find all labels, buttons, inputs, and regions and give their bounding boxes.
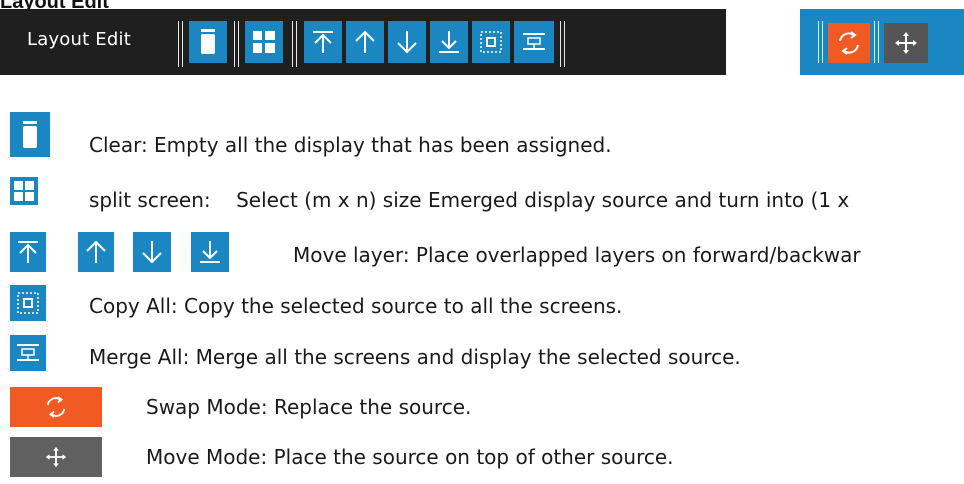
legend-merge-all-text: Merge All: Merge all the screens and dis… [89, 345, 741, 369]
move-mode-button[interactable] [884, 23, 928, 63]
legend-swap-mode-text: Swap Mode: Replace the source. [146, 395, 472, 419]
clear-button[interactable] [189, 21, 227, 63]
legend-swap-mode-icon [10, 387, 102, 427]
move-down-button[interactable] [388, 21, 426, 63]
legend-split-text: split screen: Select (m x n) size Emerge… [89, 188, 850, 212]
grid-icon [253, 31, 275, 53]
trash-icon [201, 29, 215, 54]
merge-all-button[interactable] [514, 21, 554, 63]
legend-copy-all-text: Copy All: Copy the selected source to al… [89, 294, 623, 318]
arrow-bottom-icon [439, 31, 459, 53]
mode-separator [818, 21, 823, 63]
toolbar-label: Layout Edit [27, 29, 131, 50]
mode-separator [874, 21, 879, 63]
move-icon [45, 446, 67, 468]
grid-icon [14, 181, 34, 201]
split-screen-button[interactable] [245, 21, 283, 63]
move-top-button[interactable] [304, 21, 342, 63]
toolbar-separator [234, 21, 239, 67]
merge-all-icon [17, 344, 39, 361]
layout-edit-toolbar: Layout Edit [0, 9, 726, 75]
mode-toggle-group [800, 9, 964, 75]
copy-all-button[interactable] [472, 21, 510, 63]
legend-move-up-icon [78, 232, 114, 272]
swap-icon [839, 31, 859, 55]
legend-move-top-icon [10, 232, 46, 272]
legend-move-down-icon [133, 232, 171, 272]
toolbar-separator [292, 21, 297, 67]
trash-icon [23, 120, 37, 148]
copy-all-icon [17, 292, 39, 314]
arrow-up-icon [86, 240, 106, 263]
swap-mode-button[interactable] [828, 23, 870, 63]
legend-move-layer-text: Move layer: Place overlapped layers on f… [293, 243, 861, 267]
legend-move-bottom-icon [191, 232, 229, 272]
toolbar-separator [178, 21, 183, 67]
arrow-bottom-icon [200, 241, 220, 263]
arrow-up-icon [355, 30, 375, 53]
merge-all-icon [523, 33, 545, 50]
legend-merge-all-icon [10, 335, 46, 371]
legend-move-mode-icon [10, 437, 102, 477]
copy-all-icon [480, 31, 502, 53]
move-up-button[interactable] [346, 21, 384, 63]
toolbar-separator [560, 21, 565, 67]
arrow-top-icon [313, 31, 333, 53]
arrow-top-icon [18, 241, 38, 263]
move-bottom-button[interactable] [430, 21, 468, 63]
legend-copy-all-icon [10, 285, 46, 321]
arrow-down-icon [142, 241, 162, 264]
legend-split-icon [10, 177, 38, 205]
legend-clear-icon [10, 112, 50, 157]
legend-move-mode-text: Move Mode: Place the source on top of ot… [146, 445, 674, 469]
legend-clear-text: Clear: Empty all the display that has be… [89, 133, 612, 157]
move-icon [895, 32, 917, 54]
swap-icon [46, 396, 66, 418]
arrow-down-icon [397, 31, 417, 54]
